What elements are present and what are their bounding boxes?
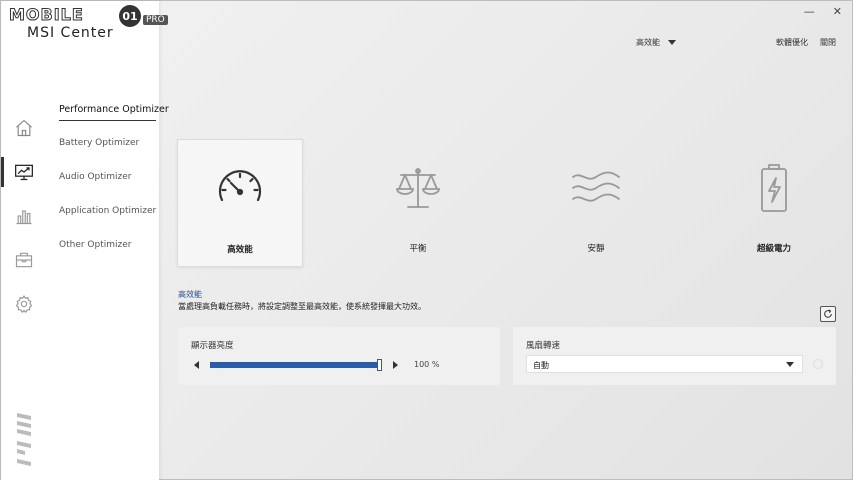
mode-card-silent[interactable]: 安靜 [533,139,659,267]
menu-performance-optimizer[interactable]: Performance Optimizer [59,104,169,121]
mode-dropdown-value: 高效能 [636,38,660,47]
speedometer-icon [218,170,262,202]
toolbox-icon [15,252,33,268]
software-optimize-link[interactable]: 軟體優化 [776,37,808,48]
brightness-slider-thumb[interactable] [377,359,382,371]
brightness-increase-button[interactable] [393,361,398,369]
minimize-button[interactable]: — [804,5,815,18]
home-nav-button[interactable] [1,111,47,145]
toolbox-nav-button[interactable] [1,243,47,277]
fan-speed-title: 風扇轉速 [526,341,561,351]
scale-icon [396,168,440,208]
mode-description-title: 高效能 [178,290,202,299]
mode-label: 高效能 [227,245,253,255]
watermark-badge: 01 [119,5,141,27]
menu-other-optimizer[interactable]: Other Optimizer [59,240,131,250]
mode-card-super-battery[interactable]: 超級電力 [711,139,837,267]
monitor-chart-icon [15,164,33,181]
mode-description-text: 當處理高負載任務時，將設定調整至最高效能，使系統發揮最大功效。 [178,302,426,311]
chevron-down-icon [786,362,794,367]
gear-icon [15,295,33,314]
monitor-nav-button[interactable] [1,155,47,189]
window-controls: — ✕ [804,5,842,18]
menu-audio-optimizer[interactable]: Audio Optimizer [59,172,132,182]
brightness-title: 顯示器亮度 [191,341,234,351]
close-link[interactable]: 關閉 [820,37,836,48]
brightness-value: 100 % [414,360,440,369]
top-links: 軟體優化 關閉 [776,37,836,48]
brightness-panel: 顯示器亮度 100 % [178,327,500,385]
menu-battery-optimizer[interactable]: Battery Optimizer [59,138,139,148]
close-button[interactable]: ✕ [833,5,842,18]
pro-tag: PRO [143,15,168,25]
watermark-text: MOBILE [9,5,84,25]
msi-logo-icon [17,413,31,466]
brightness-slider[interactable] [210,359,382,371]
home-icon [16,119,32,137]
settings-nav-button[interactable] [1,287,47,321]
menu-application-optimizer[interactable]: Application Optimizer [59,206,156,216]
left-panel: MOBILE 01 PRO MSI Center Performance Opt… [1,1,169,480]
chevron-down-icon [668,40,676,45]
battery-bolt-icon [761,164,787,212]
app-title: MSI Center [27,25,114,41]
fan-speed-value: 自動 [533,361,549,370]
brightness-slider-fill [210,362,382,368]
reset-button[interactable] [820,306,836,322]
fan-indicator [813,359,823,369]
mode-label: 平衡 [409,244,427,254]
mode-dropdown[interactable]: 高效能 [636,37,676,48]
fan-speed-panel: 風扇轉速 自動 [513,327,836,385]
bar-chart-icon [16,210,32,225]
mode-card-balanced[interactable]: 平衡 [355,139,481,267]
refresh-icon [824,309,832,318]
stats-nav-button[interactable] [1,199,47,233]
mode-cards: 高效能 平衡 安靜 超級電力 [177,139,837,267]
fan-speed-select[interactable]: 自動 [526,355,803,373]
brightness-decrease-button[interactable] [194,361,199,369]
mode-label: 安靜 [587,244,605,254]
mode-card-high-performance[interactable]: 高效能 [177,139,303,267]
msi-center-window: MOBILE 01 PRO MSI Center Performance Opt… [0,0,853,480]
mode-label: 超級電力 [756,244,791,254]
wind-icon [572,171,620,202]
